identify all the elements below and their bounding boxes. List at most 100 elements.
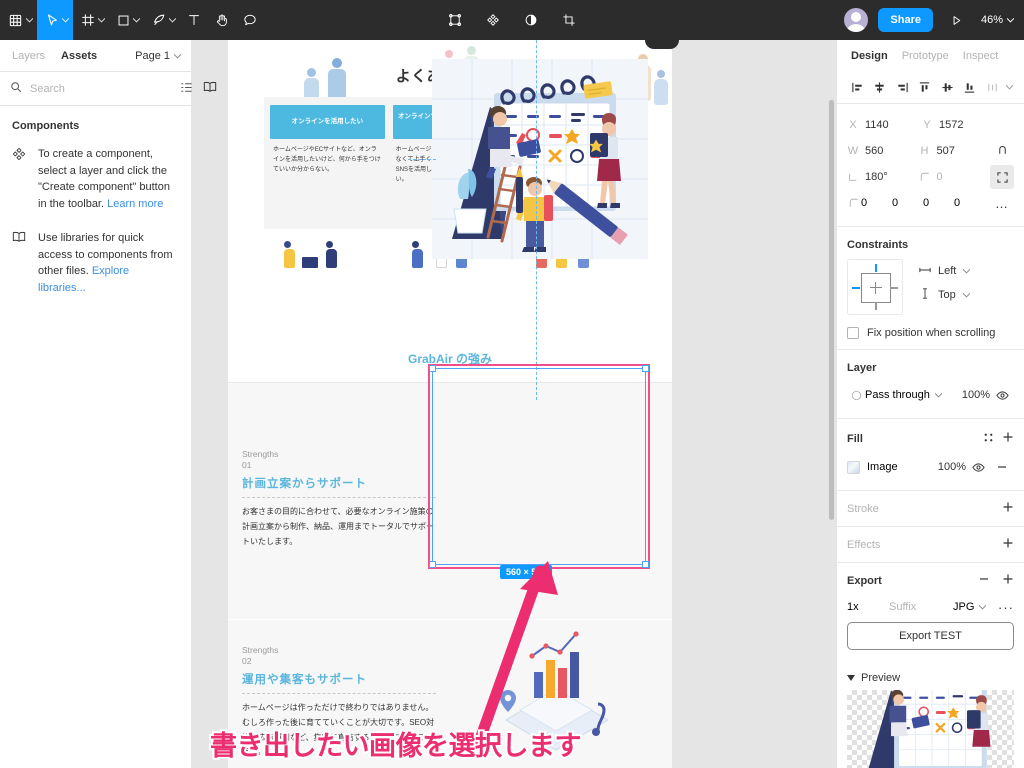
play-icon[interactable] [943,0,971,40]
fix-position-label: Fix position when scrolling [867,327,996,339]
library-book-icon[interactable] [203,81,217,96]
problem-card-heading: オンラインを活用したい [270,105,385,139]
vertical-constraint-value: Top [938,289,956,301]
height-field[interactable]: H 507 [919,145,991,157]
learn-more-link[interactable]: Learn more [107,198,163,210]
fix-position-checkbox[interactable] [847,327,859,339]
corner-bottom-left-value[interactable]: 0 [954,197,985,209]
export-suffix-input[interactable] [889,601,941,613]
chevron-down-icon[interactable] [98,17,105,23]
tab-assets[interactable]: Assets [61,50,97,62]
tab-design[interactable]: Design [851,50,888,62]
align-bottom-icon[interactable] [959,77,979,99]
export-scale-value[interactable]: 1x [847,601,881,613]
strength-kicker: Strengths 02 [242,645,436,668]
chevron-down-icon[interactable] [1004,77,1014,99]
width-field[interactable]: W 560 [847,145,919,157]
avatar[interactable] [844,8,869,32]
tab-layers[interactable]: Layers [12,50,45,62]
remove-fill-icon[interactable] [990,455,1014,479]
export-button[interactable]: Export TEST [847,622,1014,650]
canvas-area[interactable]: よくあるお悩み オンラインを活用したい ホームページやECサイトなど、オンライン… [192,40,836,768]
align-left-icon[interactable] [847,77,867,99]
preview-header[interactable]: Preview [837,662,1024,690]
fill-visibility-icon[interactable] [966,455,990,479]
figure-person [284,241,295,268]
rotation-field[interactable]: 180° [847,171,919,183]
align-top-icon[interactable] [914,77,934,99]
horizontal-constraint-dropdown[interactable]: Left [919,259,971,283]
add-export-icon[interactable] [1002,573,1014,588]
x-field[interactable]: X 1140 [847,119,921,131]
text-tool-icon[interactable] [180,0,208,40]
tab-inspect[interactable]: Inspect [963,50,998,62]
add-stroke-icon[interactable] [1002,501,1014,516]
constraints-widget[interactable] [847,259,903,315]
align-right-icon[interactable] [892,77,912,99]
fill-styles-icon[interactable] [983,432,994,446]
blend-mode-dropdown[interactable]: Pass through [865,389,948,401]
pen-tool-icon[interactable] [144,0,180,40]
preview-title: Preview [861,672,901,684]
hand-tool-icon[interactable] [208,0,236,40]
search-input[interactable] [30,82,172,95]
vertical-constraint-dropdown[interactable]: Top [919,283,971,307]
frame-tool-icon[interactable] [73,0,109,40]
x-label: X [849,119,857,131]
canvas-scrollbar[interactable] [829,100,834,520]
tab-prototype[interactable]: Prototype [902,50,949,62]
position-row: X 1140 Y 1572 [847,112,1014,138]
calendar-illustration-image[interactable] [432,59,648,259]
resize-handle-bottom-left[interactable] [429,561,436,568]
layer-visibility-icon[interactable] [990,383,1014,407]
create-component-icon[interactable] [440,0,470,40]
move-tool-icon[interactable] [37,0,73,40]
add-effect-icon[interactable] [1002,537,1014,552]
strength-title: 計画立案からサポート [242,477,367,490]
mask-icon[interactable] [478,0,508,40]
chevron-down-icon[interactable] [26,17,33,23]
align-vertical-center-icon[interactable] [937,77,957,99]
zoom-level-dropdown[interactable]: 46% [981,14,1016,26]
constrain-proportions-icon[interactable] [990,139,1014,163]
more-options-icon[interactable]: … [990,191,1014,215]
fill-opacity-value[interactable]: 100% [924,461,966,473]
problem-card: オンラインを活用したい ホームページやECサイトなど、オンラインを活用したいけど… [270,105,385,221]
export-settings-row: 1x JPG ··· [847,594,1014,620]
menu-icon[interactable] [0,0,37,40]
fill-image-thumbnail[interactable] [847,460,860,474]
boolean-icon[interactable] [516,0,546,40]
blend-mode-row: Pass through 100% [847,382,1014,408]
list-view-icon[interactable] [180,81,193,97]
y-field[interactable]: Y 1572 [921,119,995,131]
export-more-options-icon[interactable]: ··· [998,601,1014,614]
corner-bottom-right-value[interactable]: 0 [923,197,954,209]
resize-handle-bottom-right[interactable] [642,561,649,568]
chevron-down-icon [962,289,971,301]
chevron-down-icon [963,265,971,277]
create-component-hint: To create a component, select a layer an… [0,140,191,216]
fill-type-label[interactable]: Image [860,461,924,473]
chevron-down-icon[interactable] [62,17,69,23]
shape-tool-icon[interactable] [109,0,144,40]
crop-icon[interactable] [554,0,584,40]
corner-radius-field[interactable]: 0 [919,171,991,183]
comment-tool-icon[interactable] [236,0,264,40]
independent-corners-icon[interactable] [990,165,1014,189]
share-button[interactable]: Share [878,8,933,32]
export-format-dropdown[interactable]: JPG [953,601,987,613]
corner-top-left-value[interactable]: 0 [861,197,892,209]
page-selector[interactable]: Page 1 [135,50,182,62]
layer-section: Layer Pass through 100% [837,350,1024,419]
chevron-down-icon[interactable] [169,17,176,23]
resize-handle-top-left[interactable] [429,365,436,372]
add-fill-icon[interactable] [1002,431,1014,446]
chevron-down-icon[interactable] [133,17,140,23]
corner-top-right-value[interactable]: 0 [892,197,923,209]
remove-export-icon[interactable] [978,573,990,588]
resize-handle-top-right[interactable] [642,365,649,372]
stroke-section: Stroke [837,491,1024,527]
distribute-icon[interactable] [982,77,1002,99]
align-horizontal-center-icon[interactable] [869,77,889,99]
layer-opacity-value[interactable]: 100% [948,389,990,401]
